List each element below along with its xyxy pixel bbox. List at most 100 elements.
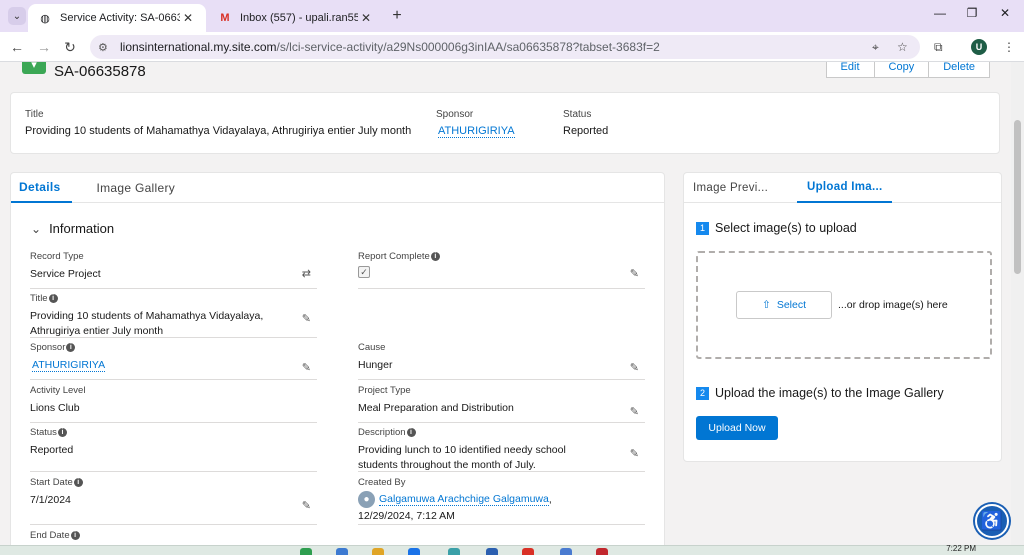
minimize-icon[interactable]: — bbox=[925, 6, 955, 20]
close-icon[interactable]: ✕ bbox=[180, 11, 196, 25]
tab-image-gallery[interactable]: Image Gallery bbox=[96, 173, 175, 203]
sponsor-link[interactable]: ATHURIGIRIYA bbox=[438, 125, 515, 138]
edit-pencil-icon[interactable]: ✎ bbox=[630, 361, 639, 374]
step-select-images: 1 Select image(s) to upload bbox=[696, 221, 857, 235]
change-record-type-icon[interactable]: ⇄ bbox=[302, 267, 311, 280]
accessibility-icon[interactable]: ♿ bbox=[975, 504, 1009, 538]
upload-icon: ⇧ bbox=[762, 299, 771, 311]
image-upload-card: Image Previ... Upload Ima... 1 Select im… bbox=[683, 172, 1002, 462]
browser-tab-inbox[interactable]: M Inbox (557) - upali.ran55@gma ✕ bbox=[208, 4, 384, 32]
forward-icon[interactable]: → bbox=[35, 39, 53, 55]
taskbar-app-icon[interactable] bbox=[372, 548, 384, 555]
location-icon[interactable]: ⌖ bbox=[872, 40, 879, 55]
page-scrollbar[interactable] bbox=[1011, 62, 1024, 555]
highlights-panel: Title Providing 10 students of Mahamathy… bbox=[10, 92, 1000, 154]
edit-pencil-icon[interactable]: ✎ bbox=[302, 361, 311, 374]
browser-tab-service-activity[interactable]: ◍ Service Activity: SA-06635878 ✕ bbox=[28, 4, 206, 32]
taskbar-app-icon[interactable] bbox=[596, 548, 608, 555]
field-activity-level: Activity Level Lions Club bbox=[30, 385, 317, 423]
info-icon[interactable]: i bbox=[70, 531, 80, 540]
reload-icon[interactable]: ↻ bbox=[61, 39, 79, 56]
field-status: Status i Reported bbox=[30, 427, 317, 472]
created-by-link[interactable]: Galgamuwa Arachchige Galgamuwa bbox=[379, 493, 549, 507]
site-info-icon[interactable]: ⚙ bbox=[98, 41, 114, 54]
browser-tab-bar: ⌄ ◍ Service Activity: SA-06635878 ✕ M In… bbox=[0, 0, 1024, 32]
taskbar-app-icon[interactable] bbox=[522, 548, 534, 555]
details-tabs: Details Image Gallery bbox=[11, 173, 664, 203]
back-icon[interactable]: ← bbox=[8, 39, 26, 55]
window-close-icon[interactable]: ✕ bbox=[990, 6, 1020, 20]
field-description: Description i Providing lunch to 10 ident… bbox=[358, 427, 645, 472]
info-icon[interactable]: i bbox=[430, 252, 440, 261]
field-record-type: Record Type Service Project ⇄ bbox=[30, 251, 317, 289]
extensions-icon[interactable]: ⧉ bbox=[934, 40, 943, 55]
taskbar-app-icon[interactable] bbox=[408, 548, 420, 555]
field-created-by: Created By ● Galgamuwa Arachchige Galgamu… bbox=[358, 477, 645, 525]
gmail-icon: M bbox=[220, 12, 230, 24]
field-start-date: Start Date i 7/1/2024 ✎ bbox=[30, 477, 317, 525]
taskbar-app-icon[interactable] bbox=[560, 548, 572, 555]
scrollbar-thumb[interactable] bbox=[1014, 120, 1021, 274]
service-activity-icon: ▾ bbox=[22, 62, 46, 74]
record-actions: Edit Copy Delete bbox=[825, 62, 990, 78]
url-text[interactable]: lionsinternational.my.site.com/s/lci-ser… bbox=[120, 40, 660, 54]
user-avatar-icon: ● bbox=[358, 491, 375, 508]
taskbar: 7:22 PM bbox=[0, 544, 1024, 555]
close-icon[interactable]: ✕ bbox=[358, 11, 374, 25]
edit-button[interactable]: Edit bbox=[825, 62, 875, 78]
info-icon[interactable]: i bbox=[73, 478, 83, 487]
field-project-type: Project Type Meal Preparation and Distri… bbox=[358, 385, 645, 423]
address-bar: ← → ↻ ⚙ lionsinternational.my.site.com/s… bbox=[0, 32, 1024, 62]
taskbar-app-icon[interactable] bbox=[300, 548, 312, 555]
highlight-status: Status Reported bbox=[563, 109, 609, 137]
edit-pencil-icon[interactable]: ✎ bbox=[302, 499, 311, 512]
info-icon[interactable]: i bbox=[66, 343, 76, 352]
taskbar-app-icon[interactable] bbox=[448, 548, 460, 555]
field-title: Title i Providing 10 students of Mahamath… bbox=[30, 293, 317, 338]
copy-button[interactable]: Copy bbox=[874, 62, 930, 78]
more-menu-icon[interactable]: ⋮ bbox=[1003, 40, 1015, 54]
select-images-button[interactable]: ⇧ Select bbox=[736, 291, 832, 319]
tab-title: Service Activity: SA-06635878 bbox=[60, 12, 180, 24]
highlight-title: Title Providing 10 students of Mahamathy… bbox=[25, 109, 412, 137]
record-header: ▾ SA-06635878 Edit Copy Delete bbox=[10, 62, 1000, 86]
record-name: SA-06635878 bbox=[54, 63, 146, 80]
highlight-sponsor: Sponsor ATHURIGIRIYA bbox=[436, 109, 515, 138]
profile-avatar[interactable]: U bbox=[971, 39, 987, 55]
edit-pencil-icon[interactable]: ✎ bbox=[630, 405, 639, 418]
upload-now-button[interactable]: Upload Now bbox=[696, 416, 778, 440]
image-dropzone[interactable]: ⇧ Select ...or drop image(s) here bbox=[696, 251, 992, 359]
info-icon[interactable]: i bbox=[57, 428, 67, 437]
created-date: 12/29/2024, 7:12 AM bbox=[358, 510, 455, 522]
tab-upload-image[interactable]: Upload Ima... bbox=[797, 173, 893, 203]
tab-details[interactable]: Details bbox=[11, 173, 73, 203]
information-section-header[interactable]: ⌄ Information bbox=[31, 221, 114, 236]
taskbar-app-icon[interactable] bbox=[486, 548, 498, 555]
edit-pencil-icon[interactable]: ✎ bbox=[302, 312, 311, 325]
details-card: Details Image Gallery ⌄ Information Reco… bbox=[10, 172, 665, 555]
field-sponsor: Sponsor i ATHURIGIRIYA ✎ bbox=[30, 342, 317, 380]
tab-search-icon[interactable]: ⌄ bbox=[8, 7, 26, 25]
image-tabs: Image Previ... Upload Ima... bbox=[684, 173, 1001, 203]
report-complete-checkbox[interactable]: ✓ bbox=[358, 266, 370, 278]
bookmark-star-icon[interactable]: ☆ bbox=[897, 40, 908, 54]
taskbar-clock[interactable]: 7:22 PM bbox=[946, 544, 976, 553]
tab-image-preview[interactable]: Image Previ... bbox=[693, 173, 768, 203]
sponsor-link[interactable]: ATHURIGIRIYA bbox=[32, 359, 106, 372]
new-tab-icon[interactable]: + bbox=[388, 7, 406, 25]
tab-title: Inbox (557) - upali.ran55@gma bbox=[240, 12, 358, 24]
info-icon[interactable]: i bbox=[48, 294, 58, 303]
taskbar-app-icon[interactable] bbox=[336, 548, 348, 555]
edit-pencil-icon[interactable]: ✎ bbox=[630, 447, 639, 460]
delete-button[interactable]: Delete bbox=[929, 62, 990, 78]
page-content: ▾ SA-06635878 Edit Copy Delete Title Pro… bbox=[0, 62, 1024, 555]
omnibox[interactable]: ⚙ lionsinternational.my.site.com/s/lci-s… bbox=[90, 35, 920, 59]
field-report-complete: Report Complete i ✓ ✎ bbox=[358, 251, 645, 289]
restore-icon[interactable]: ❐ bbox=[957, 6, 987, 20]
edit-pencil-icon[interactable]: ✎ bbox=[630, 267, 639, 280]
field-cause: Cause Hunger ✎ bbox=[358, 342, 645, 380]
globe-icon: ◍ bbox=[40, 12, 50, 25]
step-upload-images: 2 Upload the image(s) to the Image Galle… bbox=[696, 386, 944, 400]
chevron-down-icon[interactable]: ⌄ bbox=[31, 222, 41, 236]
info-icon[interactable]: i bbox=[406, 428, 416, 437]
